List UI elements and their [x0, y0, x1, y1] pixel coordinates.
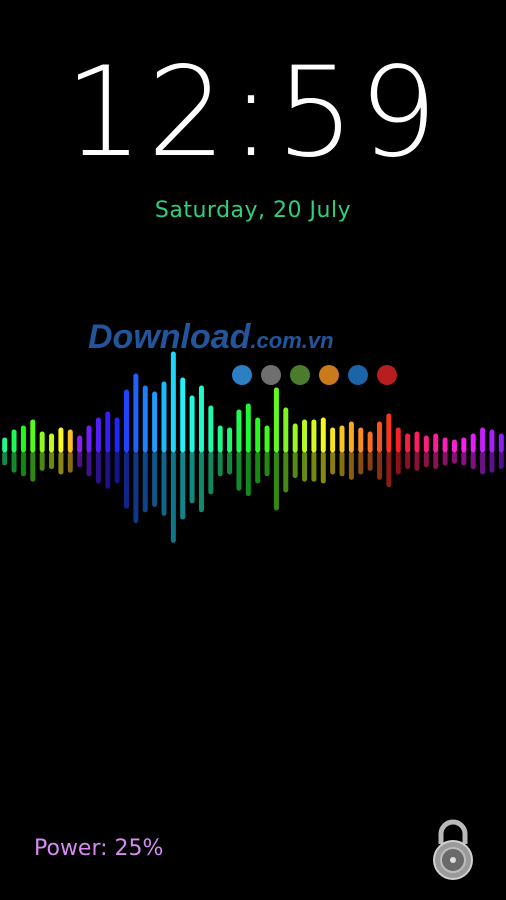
padlock-icon[interactable]: [430, 818, 476, 880]
date-label: Saturday, 20 July: [154, 198, 352, 223]
power-status: Power: 25%: [34, 836, 164, 861]
clock-time: 12:59: [64, 41, 442, 185]
equalizer-visualizer: [2, 351, 504, 543]
